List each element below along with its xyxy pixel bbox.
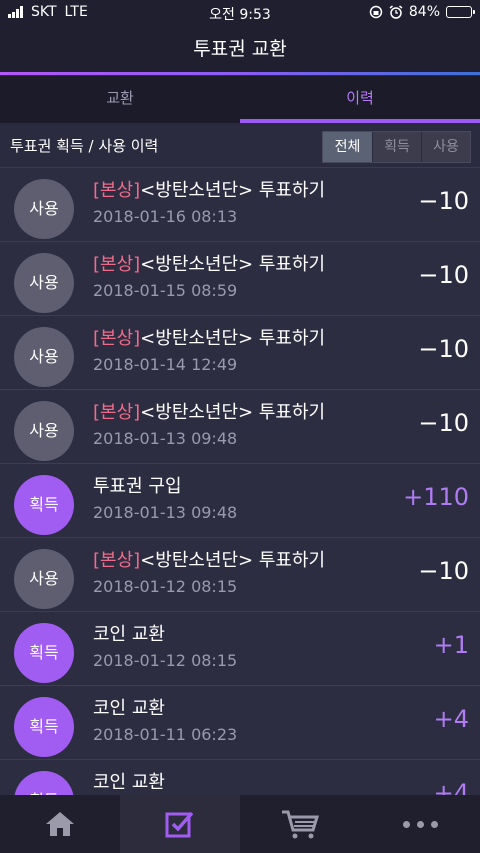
page-title: 투표권 교환 (0, 24, 480, 74)
item-title: [본상]<방탄소년단> 투표하기 (93, 398, 325, 424)
rotation-lock-icon (369, 5, 383, 19)
item-amount: −10 (418, 335, 469, 363)
award-tag: [본상] (93, 550, 141, 571)
item-date: 2018-01-14 12:49 (93, 355, 238, 374)
item-date: 2018-01-12 08:15 (93, 651, 238, 670)
item-date: 2018-01-13 09:48 (93, 429, 238, 448)
item-title: 코인 교환 (93, 624, 165, 645)
history-list: 사용 [본상]<방탄소년단> 투표하기 2018-01-16 08:13 −10… (0, 168, 480, 795)
item-title: [본상]<방탄소년단> 투표하기 (93, 176, 325, 202)
item-amount: +4 (433, 779, 469, 795)
acquired-badge: 획득 (14, 623, 74, 683)
item-title-text: <방탄소년단> 투표하기 (140, 402, 326, 423)
header-gradient-line (0, 72, 480, 75)
award-tag: [본상] (93, 328, 141, 349)
filter-segment: 전체 획득 사용 (322, 131, 471, 163)
nav-more[interactable] (360, 795, 480, 853)
item-title: 투표권 구입 (93, 476, 182, 497)
home-icon (46, 812, 74, 836)
status-bar: SKT LTE 오전 9:53 84% (0, 0, 480, 24)
item-title: 코인 교환 (93, 698, 165, 719)
used-badge: 사용 (14, 327, 74, 387)
filter-acquired-button[interactable]: 획득 (372, 132, 421, 162)
item-date: 2018-01-15 08:59 (93, 281, 238, 300)
list-item[interactable]: 사용 [본상]<방탄소년단> 투표하기 2018-01-14 12:49 −10 (0, 316, 480, 390)
item-title: [본상]<방탄소년단> 투표하기 (93, 250, 325, 276)
item-date: 2018-01-13 09:48 (93, 503, 238, 522)
item-amount: +110 (403, 483, 469, 511)
item-amount: +1 (433, 631, 469, 659)
item-date: 2018-01-16 08:13 (93, 207, 238, 226)
list-item[interactable]: 획득 투표권 구입 2018-01-13 09:48 +110 (0, 464, 480, 538)
filter-used-button[interactable]: 사용 (421, 132, 470, 162)
item-title-text: <방탄소년단> 투표하기 (140, 328, 326, 349)
battery-percent: 84% (408, 4, 440, 20)
tab-bar: 교환 이력 (0, 76, 480, 123)
nav-shop[interactable] (240, 795, 360, 853)
more-icon (402, 820, 438, 828)
item-amount: −10 (418, 557, 469, 585)
item-amount: −10 (418, 409, 469, 437)
used-badge: 사용 (14, 549, 74, 609)
vote-check-icon (165, 811, 194, 838)
item-amount: −10 (418, 187, 469, 215)
item-title: [본상]<방탄소년단> 투표하기 (93, 546, 325, 572)
award-tag: [본상] (93, 180, 141, 201)
used-badge: 사용 (14, 179, 74, 239)
list-item[interactable]: 획득 코인 교환 +4 (0, 760, 480, 795)
item-amount: −10 (418, 261, 469, 289)
list-item[interactable]: 사용 [본상]<방탄소년단> 투표하기 2018-01-13 09:48 −10 (0, 390, 480, 464)
history-section-title: 투표권 획득 / 사용 이력 (10, 137, 159, 155)
item-title-text: <방탄소년단> 투표하기 (140, 550, 326, 571)
award-tag: [본상] (93, 254, 141, 275)
filter-all-button[interactable]: 전체 (323, 132, 372, 162)
award-tag: [본상] (93, 402, 141, 423)
item-title: 코인 교환 (93, 772, 165, 793)
item-date: 2018-01-11 06:23 (93, 725, 238, 744)
list-item[interactable]: 사용 [본상]<방탄소년단> 투표하기 2018-01-12 08:15 −10 (0, 538, 480, 612)
item-title: [본상]<방탄소년단> 투표하기 (93, 324, 325, 350)
used-badge: 사용 (14, 253, 74, 313)
tab-history[interactable]: 이력 (240, 76, 480, 123)
list-item[interactable]: 획득 코인 교환 2018-01-11 06:23 +4 (0, 686, 480, 760)
filter-bar: 투표권 획득 / 사용 이력 전체 획득 사용 (0, 123, 480, 168)
list-item[interactable]: 사용 [본상]<방탄소년단> 투표하기 2018-01-15 08:59 −10 (0, 242, 480, 316)
used-badge: 사용 (14, 401, 74, 461)
bottom-nav (0, 795, 480, 853)
battery-icon (446, 6, 475, 18)
acquired-badge: 획득 (14, 697, 74, 757)
acquired-badge: 획득 (14, 771, 74, 795)
alarm-icon (389, 5, 403, 19)
status-right: 84% (369, 4, 475, 20)
nav-vote[interactable] (120, 795, 240, 853)
item-title-text: <방탄소년단> 투표하기 (140, 254, 326, 275)
item-title-text: <방탄소년단> 투표하기 (140, 180, 326, 201)
tab-exchange[interactable]: 교환 (0, 76, 240, 123)
item-date: 2018-01-12 08:15 (93, 577, 238, 596)
list-item[interactable]: 획득 코인 교환 2018-01-12 08:15 +1 (0, 612, 480, 686)
nav-home[interactable] (0, 795, 120, 853)
cart-icon (282, 810, 320, 839)
list-item[interactable]: 사용 [본상]<방탄소년단> 투표하기 2018-01-16 08:13 −10 (0, 168, 480, 242)
item-amount: +4 (433, 705, 469, 733)
acquired-badge: 획득 (14, 475, 74, 535)
